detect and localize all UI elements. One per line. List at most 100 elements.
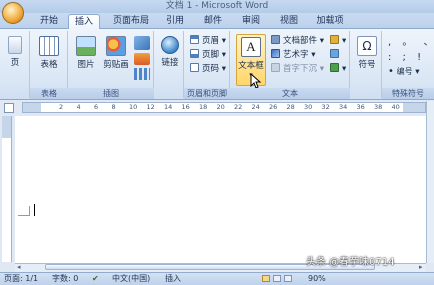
tab-addins[interactable]: 加载项 <box>310 14 350 30</box>
dropcap-button[interactable]: 首字下沉 ▾ <box>271 63 324 75</box>
special-symbols-row-2[interactable]: : ; ! <box>388 52 425 63</box>
ruler-number: 14 <box>164 103 173 111</box>
tab-selector[interactable] <box>4 103 14 113</box>
crop-mark <box>18 206 30 216</box>
status-language[interactable]: 中文(中国) <box>112 273 150 284</box>
dropcap-label: 首字下沉 <box>283 64 318 74</box>
ruler-number: 6 <box>94 103 99 111</box>
header-button[interactable]: 页眉 ▾ <box>190 35 226 47</box>
textbox-icon: A <box>241 37 261 57</box>
status-words[interactable]: 字数: 0 <box>52 273 78 284</box>
ruler-number: 22 <box>234 103 243 111</box>
scroll-right-icon[interactable]: ▸ <box>419 264 423 271</box>
ruler-left-margin <box>23 103 41 112</box>
ruler-number: 2 <box>59 103 64 111</box>
link-label: 链接 <box>161 58 179 68</box>
ruler-number: 34 <box>339 103 348 111</box>
ruler-number: 32 <box>321 103 330 111</box>
wordart-button[interactable]: 艺术字 ▾ <box>271 49 315 61</box>
header-label: 页眉 <box>202 36 220 46</box>
pagenum-button[interactable]: 页码 ▾ <box>190 63 226 75</box>
view-fullscreen-icon[interactable] <box>273 275 281 282</box>
horizontal-ruler[interactable]: 2 4 6 8 10 12 14 16 18 20 22 24 26 28 30 32 34 36 38 40 <box>22 102 426 113</box>
pages-button[interactable]: 页 <box>4 36 26 68</box>
symbol-button[interactable]: Ω 符号 <box>354 36 380 70</box>
ruler-number: 28 <box>286 103 295 111</box>
ruler-number: 40 <box>391 103 400 111</box>
ruler-number: 12 <box>146 103 155 111</box>
status-zoom[interactable]: 90% <box>308 273 326 284</box>
vertical-scrollbar[interactable] <box>426 101 434 263</box>
chart-icon[interactable] <box>134 68 150 80</box>
special-symbols-row-1[interactable]: , 。 、 <box>388 37 434 48</box>
pages-label: 页 <box>10 58 20 68</box>
ruler-number: 30 <box>304 103 313 111</box>
textbox-label: 文本框 <box>238 61 264 71</box>
vruler-top-margin <box>2 116 11 138</box>
status-page[interactable]: 页面: 1/1 <box>4 273 38 284</box>
clipart-icon <box>106 36 126 56</box>
datetime-button[interactable] <box>330 49 342 61</box>
dropcap-icon <box>271 63 280 72</box>
object-button[interactable]: ▾ <box>330 63 346 75</box>
globe-link-icon <box>161 36 179 54</box>
view-print-layout-icon[interactable] <box>262 275 270 282</box>
scroll-left-icon[interactable]: ◂ <box>17 264 21 271</box>
calendar-icon <box>330 49 339 58</box>
text-cursor <box>34 204 35 216</box>
proofing-icon[interactable]: ✔ <box>92 273 99 284</box>
ruler-number: 16 <box>181 103 190 111</box>
page-number-icon <box>190 63 199 72</box>
watermark: 头条 @春芋味0714 <box>306 257 395 268</box>
picture-icon <box>76 36 96 56</box>
numbering-button[interactable]: • 编号 ▾ <box>388 66 420 78</box>
group-label-header-footer: 页眉和页脚 <box>184 88 230 99</box>
tab-view[interactable]: 视图 <box>274 14 304 30</box>
footer-icon <box>190 49 199 58</box>
footer-button[interactable]: 页脚 ▾ <box>190 49 226 61</box>
quickparts-icon <box>271 35 280 44</box>
ruler-right-margin <box>403 103 425 112</box>
pagenum-label: 页码 <box>202 64 220 74</box>
wordart-icon <box>271 49 280 58</box>
tab-mailings[interactable]: 邮件 <box>198 14 228 30</box>
tab-home[interactable]: 开始 <box>34 14 64 30</box>
picture-label: 图片 <box>77 60 95 70</box>
vertical-ruler[interactable] <box>2 116 12 262</box>
quickparts-label: 文档部件 <box>283 36 318 46</box>
signature-icon <box>330 35 339 44</box>
ruler-number: 36 <box>356 103 365 111</box>
tab-insert[interactable]: 插入 <box>68 14 100 30</box>
status-mode[interactable]: 插入 <box>165 273 181 284</box>
ruler-number: 18 <box>199 103 208 111</box>
document-page[interactable] <box>15 116 426 263</box>
ruler-number: 26 <box>269 103 278 111</box>
omega-icon: Ω <box>357 36 377 56</box>
dot-icon: • <box>388 66 394 77</box>
tab-references[interactable]: 引用 <box>160 14 190 30</box>
group-label-special-symbols: 特殊符号 <box>382 88 434 99</box>
tab-page-layout[interactable]: 页面布局 <box>108 14 154 30</box>
table-button[interactable]: 表格 <box>34 36 64 70</box>
quickparts-button[interactable]: 文档部件 ▾ <box>271 35 324 47</box>
smartart-icon[interactable] <box>134 53 150 65</box>
signature-line-button[interactable]: ▾ <box>330 35 346 47</box>
header-icon <box>190 35 199 44</box>
tab-review[interactable]: 审阅 <box>236 14 266 30</box>
clipart-button[interactable]: 剪贴画 <box>102 36 130 70</box>
group-label-text: 文本 <box>230 88 350 99</box>
shapes-icon[interactable] <box>134 36 150 50</box>
table-icon <box>39 36 59 56</box>
object-icon <box>330 63 339 72</box>
ruler-number: 4 <box>76 103 81 111</box>
view-web-icon[interactable] <box>284 275 292 282</box>
office-button[interactable] <box>2 2 24 24</box>
page-icon <box>8 36 22 54</box>
link-button[interactable]: 链接 <box>157 36 183 68</box>
ruler-number: 38 <box>374 103 383 111</box>
picture-button[interactable]: 图片 <box>72 36 100 70</box>
group-label-tables: 表格 <box>30 88 68 99</box>
group-label-illustrations: 插图 <box>68 88 154 99</box>
ruler-number: 10 <box>129 103 138 111</box>
window-title: 文档 1 - Microsoft Word <box>165 1 269 11</box>
